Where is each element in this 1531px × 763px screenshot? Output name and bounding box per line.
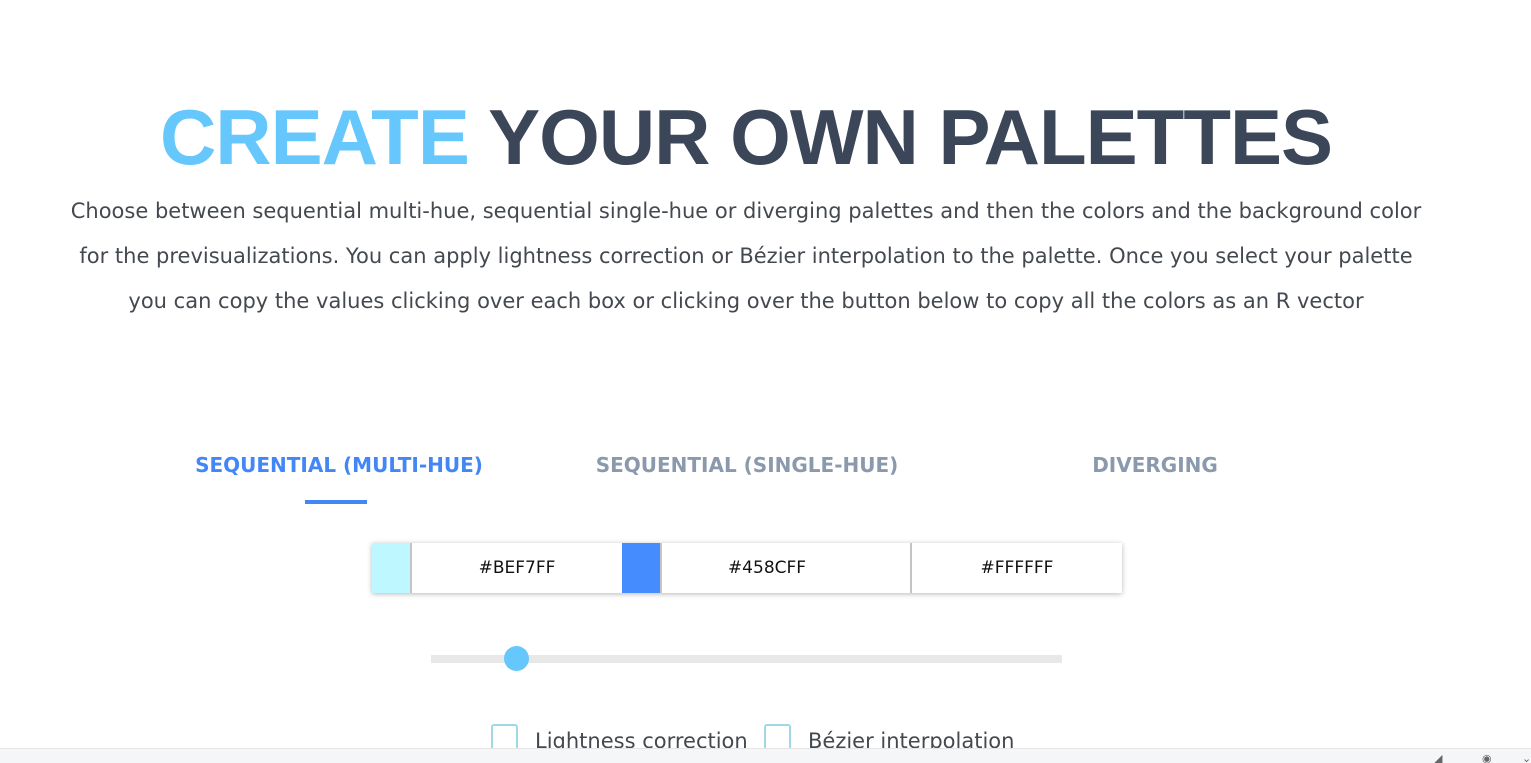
hex-input-2[interactable] [662,543,872,593]
color-swatch-2[interactable] [622,543,662,593]
color-count-slider[interactable] [431,645,1062,671]
slider-thumb[interactable] [504,646,529,671]
palette-icon[interactable]: ◉ [1482,754,1492,763]
title-accent: CREATE [159,93,470,182]
palette-type-tabs: SEQUENTIAL (MULTI-HUE) SEQUENTIAL (SINGL… [0,448,1531,508]
hex-input-3[interactable] [912,543,1122,593]
bezier-interpolation-checkbox[interactable] [764,724,791,751]
color-cell-2 [622,543,872,593]
browser-status-bar: ◢ ◉ ⌄ [0,748,1531,763]
lightness-correction-checkbox[interactable] [491,724,518,751]
intro-paragraph: Choose between sequential multi-hue, seq… [70,199,1422,313]
color-cell-3 [872,543,1122,593]
color-swatch-1[interactable] [372,543,412,593]
tab-sequential-multi-hue[interactable]: SEQUENTIAL (MULTI-HUE) [150,448,528,482]
tab-diverging[interactable]: DIVERGING [1005,448,1305,482]
color-inputs-row [372,543,1122,593]
pin-icon[interactable]: ◢ [1434,754,1442,763]
chevron-down-icon[interactable]: ⌄ [1522,754,1531,763]
tab-sequential-single-hue[interactable]: SEQUENTIAL (SINGLE-HUE) [558,448,936,482]
title-rest: YOUR OWN PALETTES [488,93,1333,182]
page-title: CREATE YOUR OWN PALETTES [0,92,1492,182]
hex-input-1[interactable] [412,543,622,593]
color-swatch-3[interactable] [872,543,912,593]
color-cell-1 [372,543,622,593]
active-tab-indicator [305,500,367,504]
